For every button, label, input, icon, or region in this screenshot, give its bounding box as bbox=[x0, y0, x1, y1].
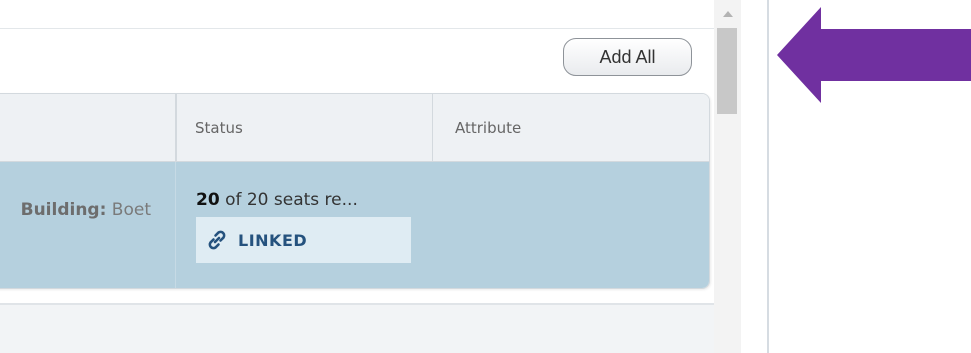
seats-count: 20 bbox=[196, 190, 220, 210]
results-table: Status Attribute Building: Boet 20 of 20… bbox=[0, 93, 710, 289]
seats-text: of 20 seats re... bbox=[219, 190, 358, 210]
column-header-attribute[interactable]: Attribute bbox=[432, 94, 709, 162]
add-all-button[interactable]: Add All bbox=[563, 38, 692, 76]
column-divider bbox=[175, 162, 176, 288]
building-cell: Building: Boet bbox=[0, 200, 175, 220]
footer-band bbox=[0, 303, 714, 353]
linked-label: LINKED bbox=[238, 230, 308, 250]
top-strip bbox=[0, 0, 714, 29]
column-header-status[interactable]: Status bbox=[176, 94, 432, 162]
vertical-scrollbar[interactable] bbox=[714, 0, 741, 353]
content-panel: Add All Status Attribute Building: Boet … bbox=[0, 0, 714, 353]
seats-status: 20 of 20 seats re... bbox=[196, 190, 358, 210]
arrow-left-icon bbox=[777, 7, 971, 103]
table-header: Status Attribute bbox=[0, 94, 709, 162]
link-icon bbox=[208, 230, 226, 250]
linked-status-badge[interactable]: LINKED bbox=[196, 217, 411, 263]
building-label: Building: bbox=[20, 200, 107, 220]
scrollbar-thumb[interactable] bbox=[717, 28, 737, 114]
table-row[interactable]: Building: Boet 20 of 20 seats re... LINK… bbox=[0, 162, 709, 288]
chevron-up-icon[interactable] bbox=[714, 0, 741, 28]
building-value: Boet bbox=[111, 200, 151, 220]
panel-divider bbox=[767, 0, 769, 353]
